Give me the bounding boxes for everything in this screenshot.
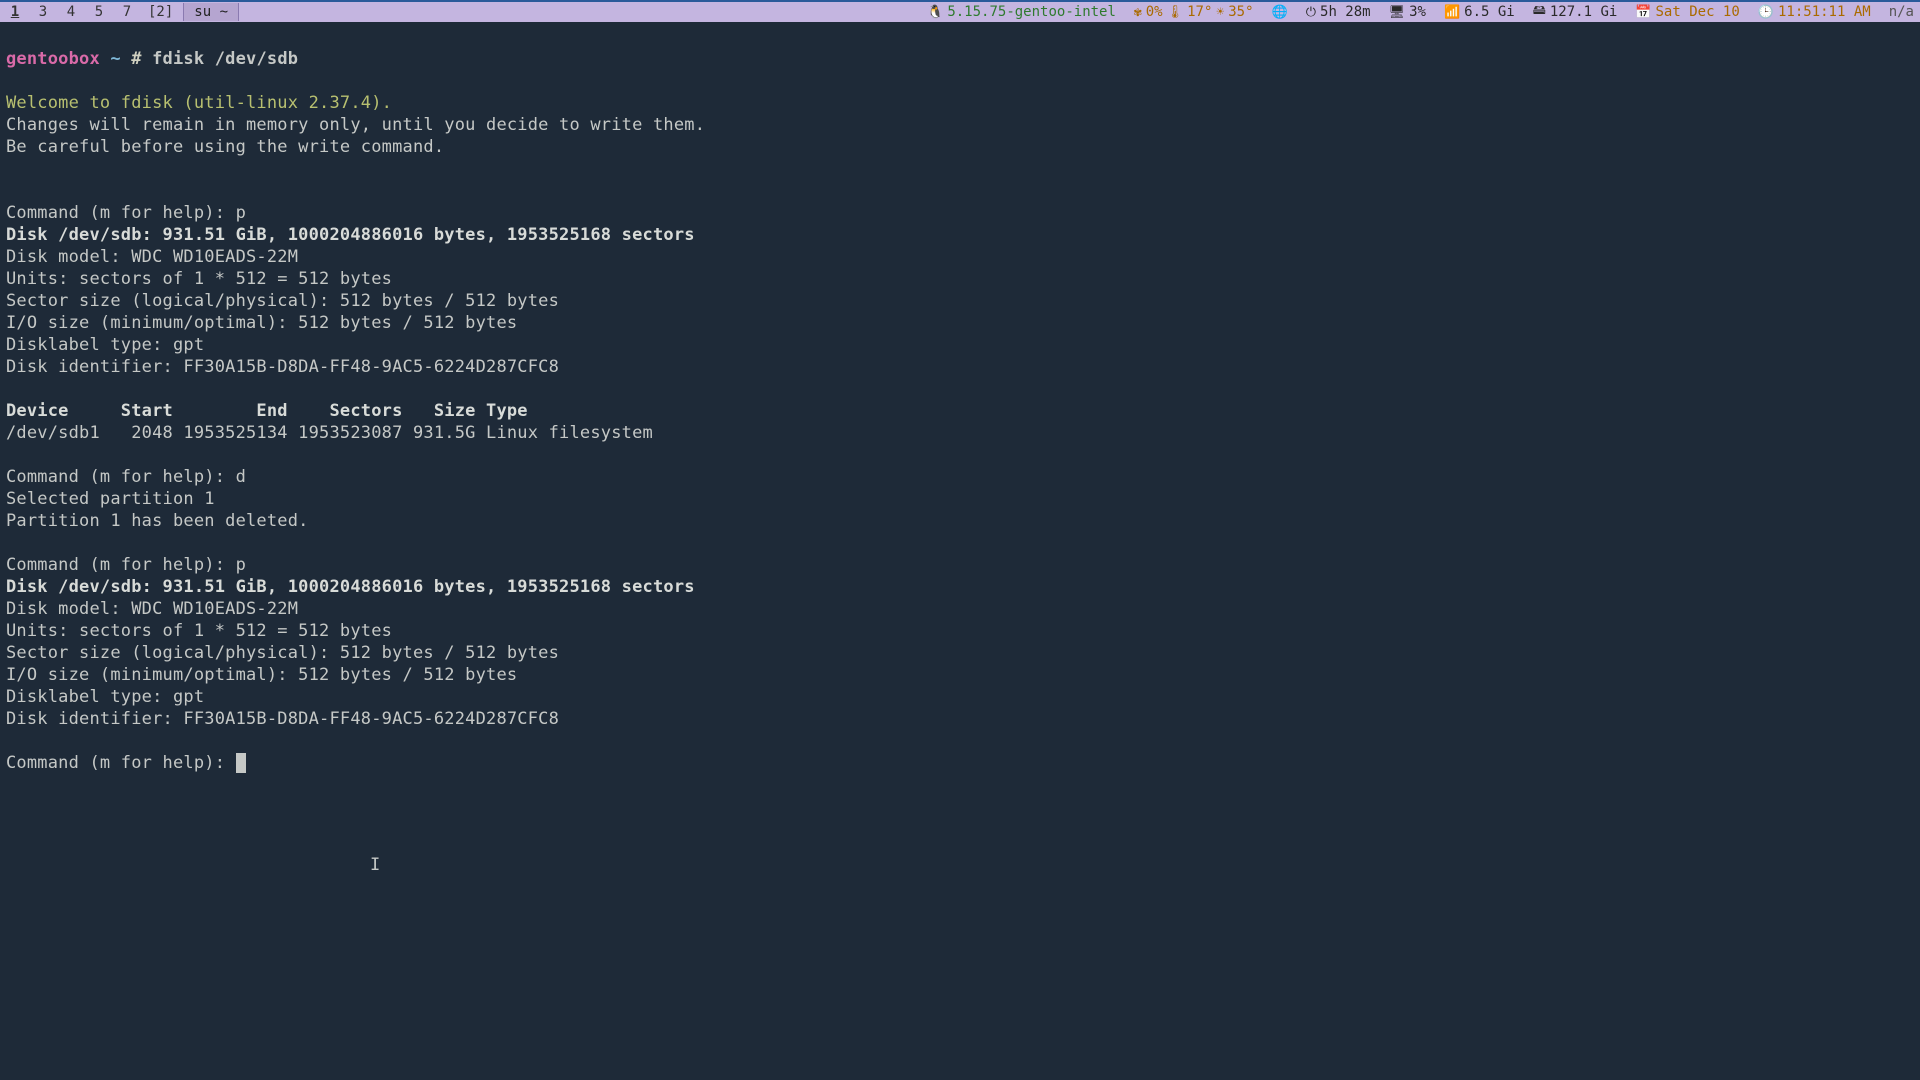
calendar-icon: 📅 xyxy=(1635,5,1651,20)
disk-io-2: I/O size (minimum/optimal): 512 bytes / … xyxy=(6,665,517,685)
disk-ident-1: Disk identifier: FF30A15B-D8DA-FF48-9AC5… xyxy=(6,357,559,377)
prompt-hash: # xyxy=(131,49,141,69)
cmd-prompt-2: Command (m for help): d xyxy=(6,467,246,487)
extra-indicator: n/a xyxy=(1883,4,1920,20)
disk-model-1: Disk model: WDC WD10EADS-22M xyxy=(6,247,298,267)
disk-label-1: Disklabel type: gpt xyxy=(6,335,204,355)
intro-line-1: Changes will remain in memory only, unti… xyxy=(6,115,705,135)
disk-summary-1: Disk /dev/sdb: 931.51 GiB, 1000204886016… xyxy=(6,225,695,245)
prompt-command: fdisk /dev/sdb xyxy=(152,49,298,69)
disk-summary-2: Disk /dev/sdb: 931.51 GiB, 1000204886016… xyxy=(6,577,695,597)
deleted-partition: Partition 1 has been deleted. xyxy=(6,511,309,531)
thermometer-icon: 🌡 xyxy=(1167,5,1184,20)
disk-sector-1: Sector size (logical/physical): 512 byte… xyxy=(6,291,559,311)
workspace-7[interactable]: 7 xyxy=(116,3,138,21)
disk-label-2: Disklabel type: gpt xyxy=(6,687,204,707)
terminal-output[interactable]: gentoobox ~ # fdisk /dev/sdb Welcome to … xyxy=(0,22,1920,778)
disk-sector-2: Sector size (logical/physical): 512 byte… xyxy=(6,643,559,663)
cmd-prompt-4[interactable]: Command (m for help): xyxy=(6,753,246,773)
workspace-1[interactable]: 1 xyxy=(4,3,26,21)
monitor-icon: 🖥 xyxy=(1389,5,1406,20)
power-icon: ⏻ xyxy=(1306,5,1316,20)
cpu-indicator: 🖥 3% xyxy=(1383,4,1432,20)
disk-io-1: I/O size (minimum/optimal): 512 bytes / … xyxy=(6,313,517,333)
intro-line-2: Be careful before using the write comman… xyxy=(6,137,444,157)
disk-icon: 🖴 xyxy=(1533,1,1546,23)
partition-table-row: /dev/sdb1 2048 1953525134 1953523087 931… xyxy=(6,423,653,443)
globe-indicator: 🌐 xyxy=(1266,5,1294,20)
sun-icon: ☀ xyxy=(1216,5,1224,20)
welcome-line: Welcome to fdisk (util-linux 2.37.4). xyxy=(6,93,392,113)
sensors-indicator: ✾0% 🌡17° ☀35° xyxy=(1128,4,1260,20)
clock-icon: 🕒 xyxy=(1758,5,1774,20)
kernel-indicator: 🐧 5.15.75-gentoo-intel xyxy=(921,4,1122,20)
status-bar: 1 3 4 5 7 [2] su ~ 🐧 5.15.75-gentoo-inte… xyxy=(0,0,1920,22)
linux-icon: 🐧 xyxy=(927,5,943,20)
chip-icon: 📶 xyxy=(1444,5,1460,20)
window-tab[interactable]: su ~ xyxy=(183,3,239,21)
kernel-text: 5.15.75-gentoo-intel xyxy=(947,4,1116,20)
time-indicator: 🕒 11:51:11 AM xyxy=(1752,4,1877,20)
disk-units-1: Units: sectors of 1 * 512 = 512 bytes xyxy=(6,269,392,289)
disk-indicator: 🖴 127.1 Gi xyxy=(1527,1,1624,23)
partition-table-header: Device Start End Sectors Size Type xyxy=(6,401,528,421)
selected-partition: Selected partition 1 xyxy=(6,489,215,509)
workspace-4[interactable]: 4 xyxy=(60,3,82,21)
cursor xyxy=(236,753,247,773)
workspace-5[interactable]: 5 xyxy=(88,3,110,21)
prompt-hostname: gentoobox xyxy=(6,49,100,69)
workspace-scratch[interactable]: [2] xyxy=(148,4,173,20)
prompt-path: ~ xyxy=(110,49,120,69)
mem-indicator: 📶 6.5 Gi xyxy=(1438,4,1521,20)
cmd-prompt-3: Command (m for help): p xyxy=(6,555,246,575)
disk-units-2: Units: sectors of 1 * 512 = 512 bytes xyxy=(6,621,392,641)
disk-model-2: Disk model: WDC WD10EADS-22M xyxy=(6,599,298,619)
date-indicator: 📅 Sat Dec 10 xyxy=(1629,4,1745,20)
mouse-text-cursor: I xyxy=(370,855,380,875)
uptime-indicator: ⏻ 5h 28m xyxy=(1300,4,1377,20)
fan-icon: ✾ xyxy=(1134,5,1142,20)
globe-icon: 🌐 xyxy=(1272,5,1288,20)
disk-ident-2: Disk identifier: FF30A15B-D8DA-FF48-9AC5… xyxy=(6,709,559,729)
cmd-prompt-1: Command (m for help): p xyxy=(6,203,246,223)
workspace-3[interactable]: 3 xyxy=(32,3,54,21)
